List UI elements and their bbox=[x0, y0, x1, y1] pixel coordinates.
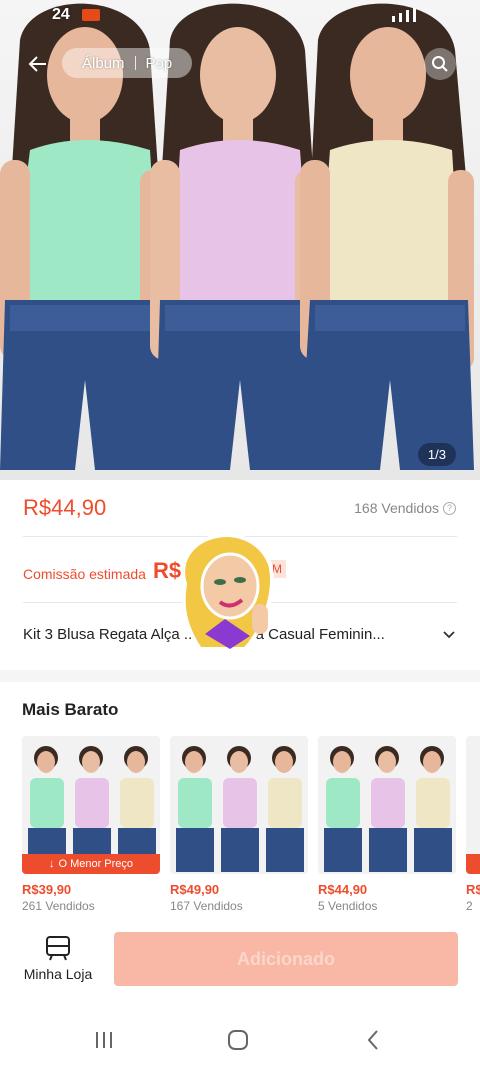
cheaper-card-image bbox=[466, 736, 480, 874]
recent-apps-icon[interactable] bbox=[92, 1028, 116, 1052]
chevron-down-icon bbox=[443, 631, 455, 639]
cheaper-product-list[interactable]: ↓ O Menor Preço R$39,90 261 Vendidos R$4… bbox=[22, 736, 480, 926]
commission-label: Comissão estimada bbox=[23, 566, 146, 582]
card-sold: 167 Vendidos bbox=[170, 899, 243, 913]
card-sold: 5 Vendidos bbox=[318, 899, 378, 913]
lowest-price-badge: ↓ O Menor Preço bbox=[22, 854, 160, 874]
my-store-label: Minha Loja bbox=[23, 966, 93, 982]
search-icon bbox=[432, 56, 448, 72]
status-time: 24 bbox=[52, 6, 70, 23]
card-price: R$ bbox=[466, 882, 480, 897]
tab-album[interactable]: Álbum bbox=[82, 55, 125, 72]
back-button[interactable] bbox=[20, 46, 56, 82]
tab-divider bbox=[134, 56, 136, 70]
home-icon[interactable] bbox=[226, 1028, 250, 1052]
cheaper-card-image bbox=[170, 736, 308, 874]
sold-count: 168 Vendidos ? bbox=[354, 500, 456, 516]
card-sold: 2 bbox=[466, 899, 473, 913]
help-icon[interactable]: ? bbox=[443, 501, 456, 515]
card-price: R$39,90 bbox=[22, 882, 72, 897]
back-arrow-icon bbox=[28, 56, 46, 72]
product-image-gallery[interactable]: 24 Álbum Pop 1/3 bbox=[0, 0, 480, 480]
sold-count-text: 168 Vendidos bbox=[354, 500, 439, 516]
image-counter: 1/3 bbox=[417, 443, 456, 466]
cheaper-card[interactable]: R$49,90 167 Vendidos bbox=[170, 736, 308, 913]
section-separator bbox=[0, 670, 480, 682]
gallery-tabs: Álbum Pop bbox=[62, 48, 192, 78]
tab-pop[interactable]: Pop bbox=[146, 55, 173, 72]
top-nav: Álbum Pop bbox=[0, 44, 480, 84]
status-bar: 24 bbox=[0, 0, 480, 30]
added-button[interactable]: Adicionado bbox=[114, 932, 458, 986]
signal-icons bbox=[392, 8, 416, 22]
store-icon bbox=[46, 936, 70, 961]
cheaper-card[interactable]: R$ 2 bbox=[466, 736, 480, 913]
cheaper-card-image bbox=[318, 736, 456, 874]
search-button[interactable] bbox=[424, 48, 456, 80]
card-price: R$49,90 bbox=[170, 882, 220, 897]
cheaper-card-image: ↓ O Menor Preço bbox=[22, 736, 160, 874]
card-sold: 261 Vendidos bbox=[22, 899, 95, 913]
cheaper-card[interactable]: R$44,90 5 Vendidos bbox=[318, 736, 456, 913]
lowest-price-label: O Menor Preço bbox=[58, 858, 134, 870]
cartoon-sticker bbox=[181, 533, 274, 651]
cheaper-section-title: Mais Barato bbox=[22, 700, 119, 719]
bottom-action-bar: Minha Loja Adicionado bbox=[0, 928, 480, 1000]
cheaper-card[interactable]: ↓ O Menor Preço R$39,90 261 Vendidos bbox=[22, 736, 160, 913]
my-store-button[interactable]: Minha Loja bbox=[18, 934, 98, 982]
system-navigation-bar bbox=[0, 1010, 480, 1070]
screen-record-icon bbox=[82, 9, 100, 21]
product-price: R$44,90 bbox=[23, 495, 107, 520]
card-price: R$44,90 bbox=[318, 882, 368, 897]
back-nav-icon[interactable] bbox=[362, 1028, 386, 1052]
arrow-down-icon: ↓ bbox=[48, 858, 55, 870]
